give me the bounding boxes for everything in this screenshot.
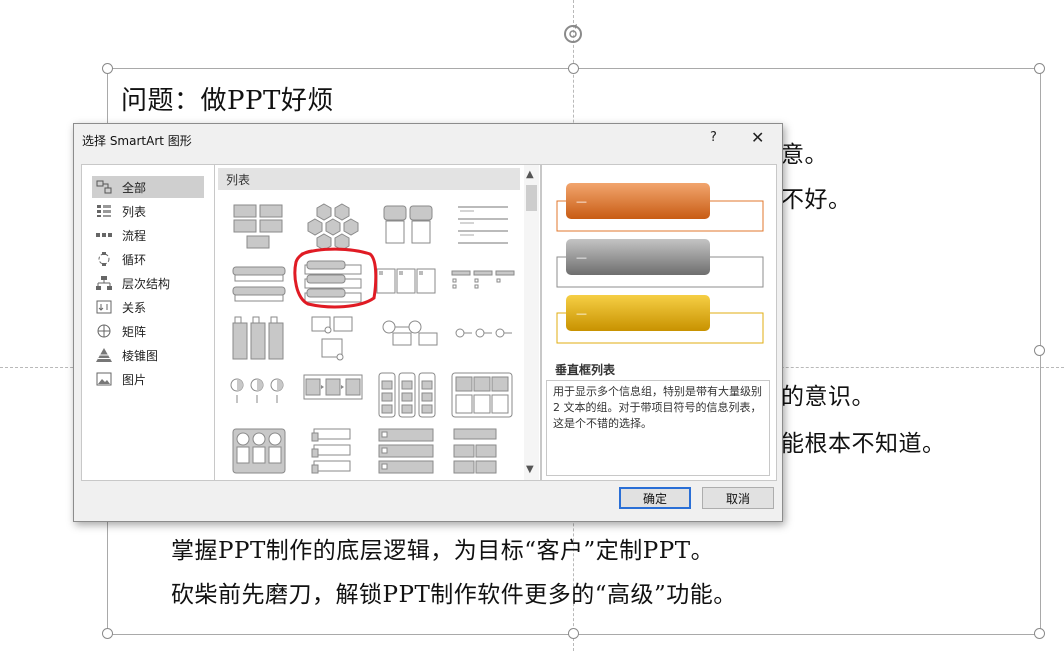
category-list-item[interactable]: 列表 — [92, 200, 204, 222]
layout-thumbnail[interactable] — [450, 313, 516, 365]
process-icon — [96, 233, 112, 237]
smartart-dialog: 选择 SmartArt 图形 ? ✕ 全部 列表 流程 循环 层次结构 关系 矩… — [73, 123, 783, 522]
slide-line-1: 意。 — [781, 142, 828, 168]
list-icon — [97, 205, 111, 217]
layout-thumbnail[interactable] — [450, 369, 516, 421]
cancel-button[interactable]: 取消 — [702, 487, 774, 509]
preview-description: 用于显示多个信息组，特别是带有大量级别 2 文本的组。对于带项目符号的信息列表，… — [546, 380, 770, 476]
layout-thumbnail[interactable] — [225, 201, 291, 253]
category-label: 全部 — [122, 180, 147, 195]
slide-line-3: 的意识。 — [781, 384, 875, 410]
category-label: 矩阵 — [122, 324, 147, 339]
scroll-thumb[interactable] — [526, 185, 537, 211]
resize-handle-right[interactable] — [1034, 345, 1045, 356]
layout-thumbnail[interactable] — [375, 201, 441, 253]
category-relationship[interactable]: 关系 — [92, 296, 204, 318]
category-label: 棱锥图 — [122, 348, 159, 363]
scroll-down-icon[interactable]: ▼ — [526, 464, 534, 475]
resize-handle-bottom-left[interactable] — [102, 628, 113, 639]
close-button[interactable]: ✕ — [751, 128, 764, 147]
slide-bullet-2: 砍柴前先磨刀，解锁PPT制作软件更多的“高级”功能。 — [171, 582, 737, 608]
category-matrix[interactable]: 矩阵 — [92, 320, 204, 342]
category-label: 流程 — [122, 228, 147, 243]
scroll-up-icon[interactable]: ▲ — [526, 169, 534, 180]
ok-button[interactable]: 确定 — [619, 487, 691, 509]
layout-thumbnail[interactable] — [225, 425, 291, 477]
slide-line-2: 不好。 — [781, 187, 852, 213]
layout-thumbnail[interactable] — [300, 313, 366, 365]
category-all[interactable]: 全部 — [92, 176, 204, 198]
layout-thumbnail[interactable] — [450, 425, 516, 477]
layout-thumbnail[interactable] — [450, 201, 516, 253]
layout-thumbnail[interactable] — [375, 369, 441, 421]
gallery-header: 列表 — [218, 168, 520, 190]
layout-thumbnail[interactable] — [300, 425, 366, 477]
gallery-scrollbar[interactable]: ▲ ▼ — [524, 165, 539, 480]
slide-title: 问题：做PPT好烦 — [121, 86, 334, 116]
svg-text:—: — — [576, 251, 587, 264]
svg-text:—: — — [576, 195, 587, 208]
resize-handle-top-right[interactable] — [1034, 63, 1045, 74]
layout-thumbnail[interactable] — [300, 369, 366, 421]
category-label: 层次结构 — [122, 276, 171, 291]
category-label: 图片 — [122, 372, 147, 387]
resize-handle-bottom[interactable] — [568, 628, 579, 639]
layout-preview-image: — — — — [556, 183, 764, 344]
cycle-icon — [98, 252, 110, 266]
layout-thumbnail[interactable] — [225, 313, 291, 365]
help-button[interactable]: ? — [710, 130, 717, 145]
dialog-title: 选择 SmartArt 图形 — [82, 134, 192, 148]
layout-thumbnail[interactable] — [450, 257, 516, 309]
category-pyramid[interactable]: 棱锥图 — [92, 344, 204, 366]
matrix-icon — [97, 324, 111, 338]
rotate-handle-icon[interactable] — [562, 23, 584, 45]
resize-handle-top[interactable] — [568, 63, 579, 74]
svg-text:—: — — [576, 307, 587, 320]
category-hierarchy[interactable]: 层次结构 — [92, 272, 204, 294]
pyramid-icon — [96, 348, 112, 362]
hierarchy-icon — [96, 276, 112, 290]
category-label: 列表 — [122, 204, 147, 219]
category-label: 关系 — [122, 300, 147, 315]
category-label: 循环 — [122, 252, 147, 267]
layout-thumbnail[interactable] — [225, 257, 291, 309]
preview-panel: — — — 垂直框列表 用于显示多个信息组，特别是带有大量级别 2 文本的组。对… — [541, 164, 777, 481]
category-picture[interactable]: 图片 — [92, 368, 204, 390]
resize-handle-top-left[interactable] — [102, 63, 113, 74]
layout-thumbnail[interactable] — [225, 369, 291, 421]
relationship-icon — [96, 300, 112, 314]
layout-thumbnail[interactable] — [375, 313, 441, 365]
red-highlight-annotation — [293, 247, 378, 309]
category-list: 全部 列表 流程 循环 层次结构 关系 矩阵 棱锥图 图片 — [81, 164, 216, 481]
layout-gallery: 列表 ▲ ▼ — [214, 164, 541, 481]
resize-handle-bottom-right[interactable] — [1034, 628, 1045, 639]
layout-thumbnail[interactable] — [375, 257, 441, 309]
category-process[interactable]: 流程 — [92, 224, 204, 246]
slide-line-4: 能根本不知道。 — [781, 431, 946, 457]
category-cycle[interactable]: 循环 — [92, 248, 204, 270]
picture-icon — [96, 372, 112, 386]
all-icon — [96, 180, 112, 194]
slide-bullet-1: 掌握PPT制作的底层逻辑，为目标“客户”定制PPT。 — [171, 538, 715, 564]
layout-thumbnail[interactable] — [375, 425, 441, 477]
preview-layout-name: 垂直框列表 — [555, 363, 616, 377]
